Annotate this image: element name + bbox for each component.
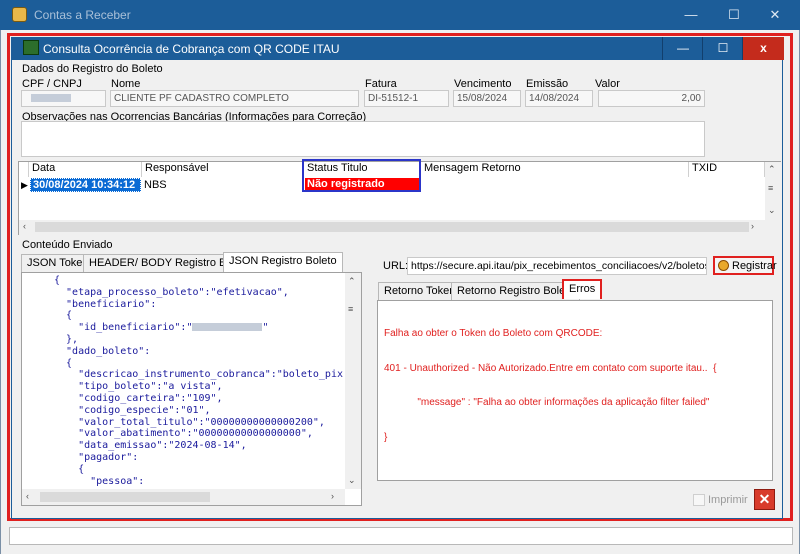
scroll-right-icon[interactable]: ›	[331, 491, 334, 501]
dialog-close-button[interactable]: x	[742, 37, 784, 60]
dialog-icon	[23, 40, 39, 55]
erros-content: Falha ao obter o Token do Boleto com QRC…	[384, 305, 716, 466]
status-highlight-box	[302, 159, 421, 192]
json-line: "id_beneficiario":"	[54, 322, 193, 334]
row-data: 30/08/2024 10:34:12	[30, 178, 141, 192]
json-line: "data_emissao":"2024-08-14",	[54, 440, 247, 452]
scroll-up-icon[interactable]: ⌃	[348, 276, 356, 287]
json-line: "pessoa":	[54, 475, 145, 487]
json-line: "valor_total_titulo":"00000000000000200"…	[54, 416, 325, 428]
scroll-up-icon[interactable]: ⌃	[768, 164, 776, 175]
scroll-thumb-icon[interactable]: ≡	[348, 304, 353, 314]
section-label: Dados do Registro do Boleto	[22, 63, 163, 75]
scroll-left-icon[interactable]: ‹	[23, 221, 26, 231]
json-line: "tipo_boleto":"a vista",	[54, 381, 223, 393]
nome-field[interactable]: CLIENTE PF CADASTRO COMPLETO	[110, 90, 359, 107]
lock-icon	[718, 260, 729, 271]
outer-close-button[interactable]: ✕	[755, 0, 795, 30]
vencimento-label: Vencimento	[454, 78, 512, 90]
valor-label: Valor	[595, 78, 620, 90]
json-line: "valor_abatimento":"00000000000000000",	[54, 428, 313, 440]
grid-header-indicator	[19, 162, 29, 177]
json-line: "dado_boleto":	[54, 345, 151, 357]
fatura-field[interactable]: DI-51512-1	[364, 90, 449, 107]
json-line: },	[54, 333, 79, 345]
json-line: "pagador":	[54, 451, 139, 463]
erro-line: Falha ao obter o Token do Boleto com QRC…	[384, 328, 603, 339]
grid-header-txid[interactable]: TXID	[689, 162, 765, 177]
tab-retorno-token[interactable]: Retorno Token	[378, 282, 462, 300]
valor-field[interactable]: 2,00	[598, 90, 705, 107]
close-icon: ✕	[758, 491, 771, 507]
erros-panel: Falha ao obter o Token do Boleto com QRC…	[377, 300, 773, 481]
json-line: "codigo_carteira":"109",	[54, 392, 223, 404]
json-line: {	[54, 310, 73, 322]
imprimir-checkbox[interactable]	[693, 494, 705, 506]
close-dialog-button[interactable]: ✕	[754, 489, 775, 510]
scroll-thumb-icon[interactable]: ≡	[768, 183, 773, 193]
erro-line: 401 - Unauthorized - Não Autorizado.Entr…	[384, 362, 717, 374]
json-vertical-scrollbar[interactable]: ⌃ ≡ ⌄	[345, 273, 361, 489]
status-bar	[9, 527, 793, 545]
nome-label: Nome	[111, 78, 141, 90]
outer-title-bar: Contas a Receber — ☐ ✕	[0, 0, 800, 30]
emissao-label: Emissão	[526, 78, 569, 90]
json-viewer[interactable]: { "etapa_processo_boleto":"efetivacao", …	[21, 272, 362, 506]
scroll-down-icon[interactable]: ⌄	[348, 475, 356, 486]
dialog-title: Consulta Ocorrência de Cobrança com QR C…	[43, 42, 340, 56]
json-line: {	[54, 275, 61, 286]
json-horizontal-scrollbar[interactable]: ‹ ›	[22, 489, 345, 505]
tab-erros[interactable]: Erros	[562, 279, 602, 299]
conteudo-label: Conteúdo Enviado	[22, 239, 113, 251]
grid-horizontal-scrollbar[interactable]: ‹ ›	[19, 220, 781, 235]
row-responsavel: NBS	[144, 179, 167, 191]
grid-header-mensagem[interactable]: Mensagem Retorno	[421, 162, 689, 177]
dialog-title-bar: Consulta Ocorrência de Cobrança com QR C…	[11, 37, 784, 60]
scroll-thumb[interactable]	[35, 222, 749, 232]
dialog-minimize-button[interactable]: —	[662, 37, 703, 60]
json-line: "descricao_instrumento_cobranca":"boleto…	[54, 369, 343, 381]
cpf-field[interactable]	[21, 90, 106, 107]
url-field[interactable]: https://secure.api.itau/pix_recebimentos…	[407, 257, 707, 275]
redacted-value	[31, 94, 71, 103]
json-line: {	[54, 357, 73, 369]
url-label: URL:	[383, 260, 409, 272]
scroll-down-icon[interactable]: ⌄	[768, 205, 776, 216]
fatura-label: Fatura	[365, 78, 397, 90]
dialog-maximize-button[interactable]: ☐	[702, 37, 743, 60]
registrar-button[interactable]: Registrar	[713, 256, 777, 275]
emissao-field[interactable]: 14/08/2024	[525, 90, 593, 107]
grid-header-responsavel[interactable]: Responsável	[142, 162, 304, 177]
row-indicator-icon: ▶	[21, 180, 28, 190]
json-line: "codigo_especie":"01",	[54, 404, 211, 416]
json-content: { "etapa_processo_boleto":"efetivacao", …	[54, 275, 343, 487]
redacted-value	[192, 323, 263, 332]
grid-header-data[interactable]: Data	[29, 162, 142, 177]
json-line: {	[54, 463, 85, 475]
obs-textarea[interactable]	[21, 121, 705, 157]
vencimento-field[interactable]: 15/08/2024	[453, 90, 521, 107]
app-icon	[12, 7, 27, 22]
outer-maximize-button[interactable]: ☐	[714, 0, 754, 30]
registrar-label: Registrar	[732, 260, 777, 272]
tab-retorno-registro[interactable]: Retorno Registro Boleto	[451, 282, 581, 300]
erro-line: }	[384, 431, 388, 443]
scroll-left-icon[interactable]: ‹	[26, 491, 29, 501]
cpf-label: CPF / CNPJ	[22, 78, 82, 90]
grid-vertical-scrollbar[interactable]: ⌃ ≡ ⌄	[765, 162, 781, 220]
outer-window-title: Contas a Receber	[34, 8, 131, 22]
erro-line: "message" : "Falha ao obter informações …	[384, 397, 710, 408]
json-line: "etapa_processo_boleto":"efetivacao",	[54, 286, 289, 298]
imprimir-label: Imprimir	[708, 494, 748, 506]
outer-minimize-button[interactable]: —	[671, 0, 711, 30]
json-line: "beneficiario":	[54, 298, 157, 310]
scroll-right-icon[interactable]: ›	[751, 221, 754, 231]
tab-json-registro[interactable]: JSON Registro Boleto	[223, 252, 343, 272]
scroll-thumb[interactable]	[40, 492, 210, 502]
